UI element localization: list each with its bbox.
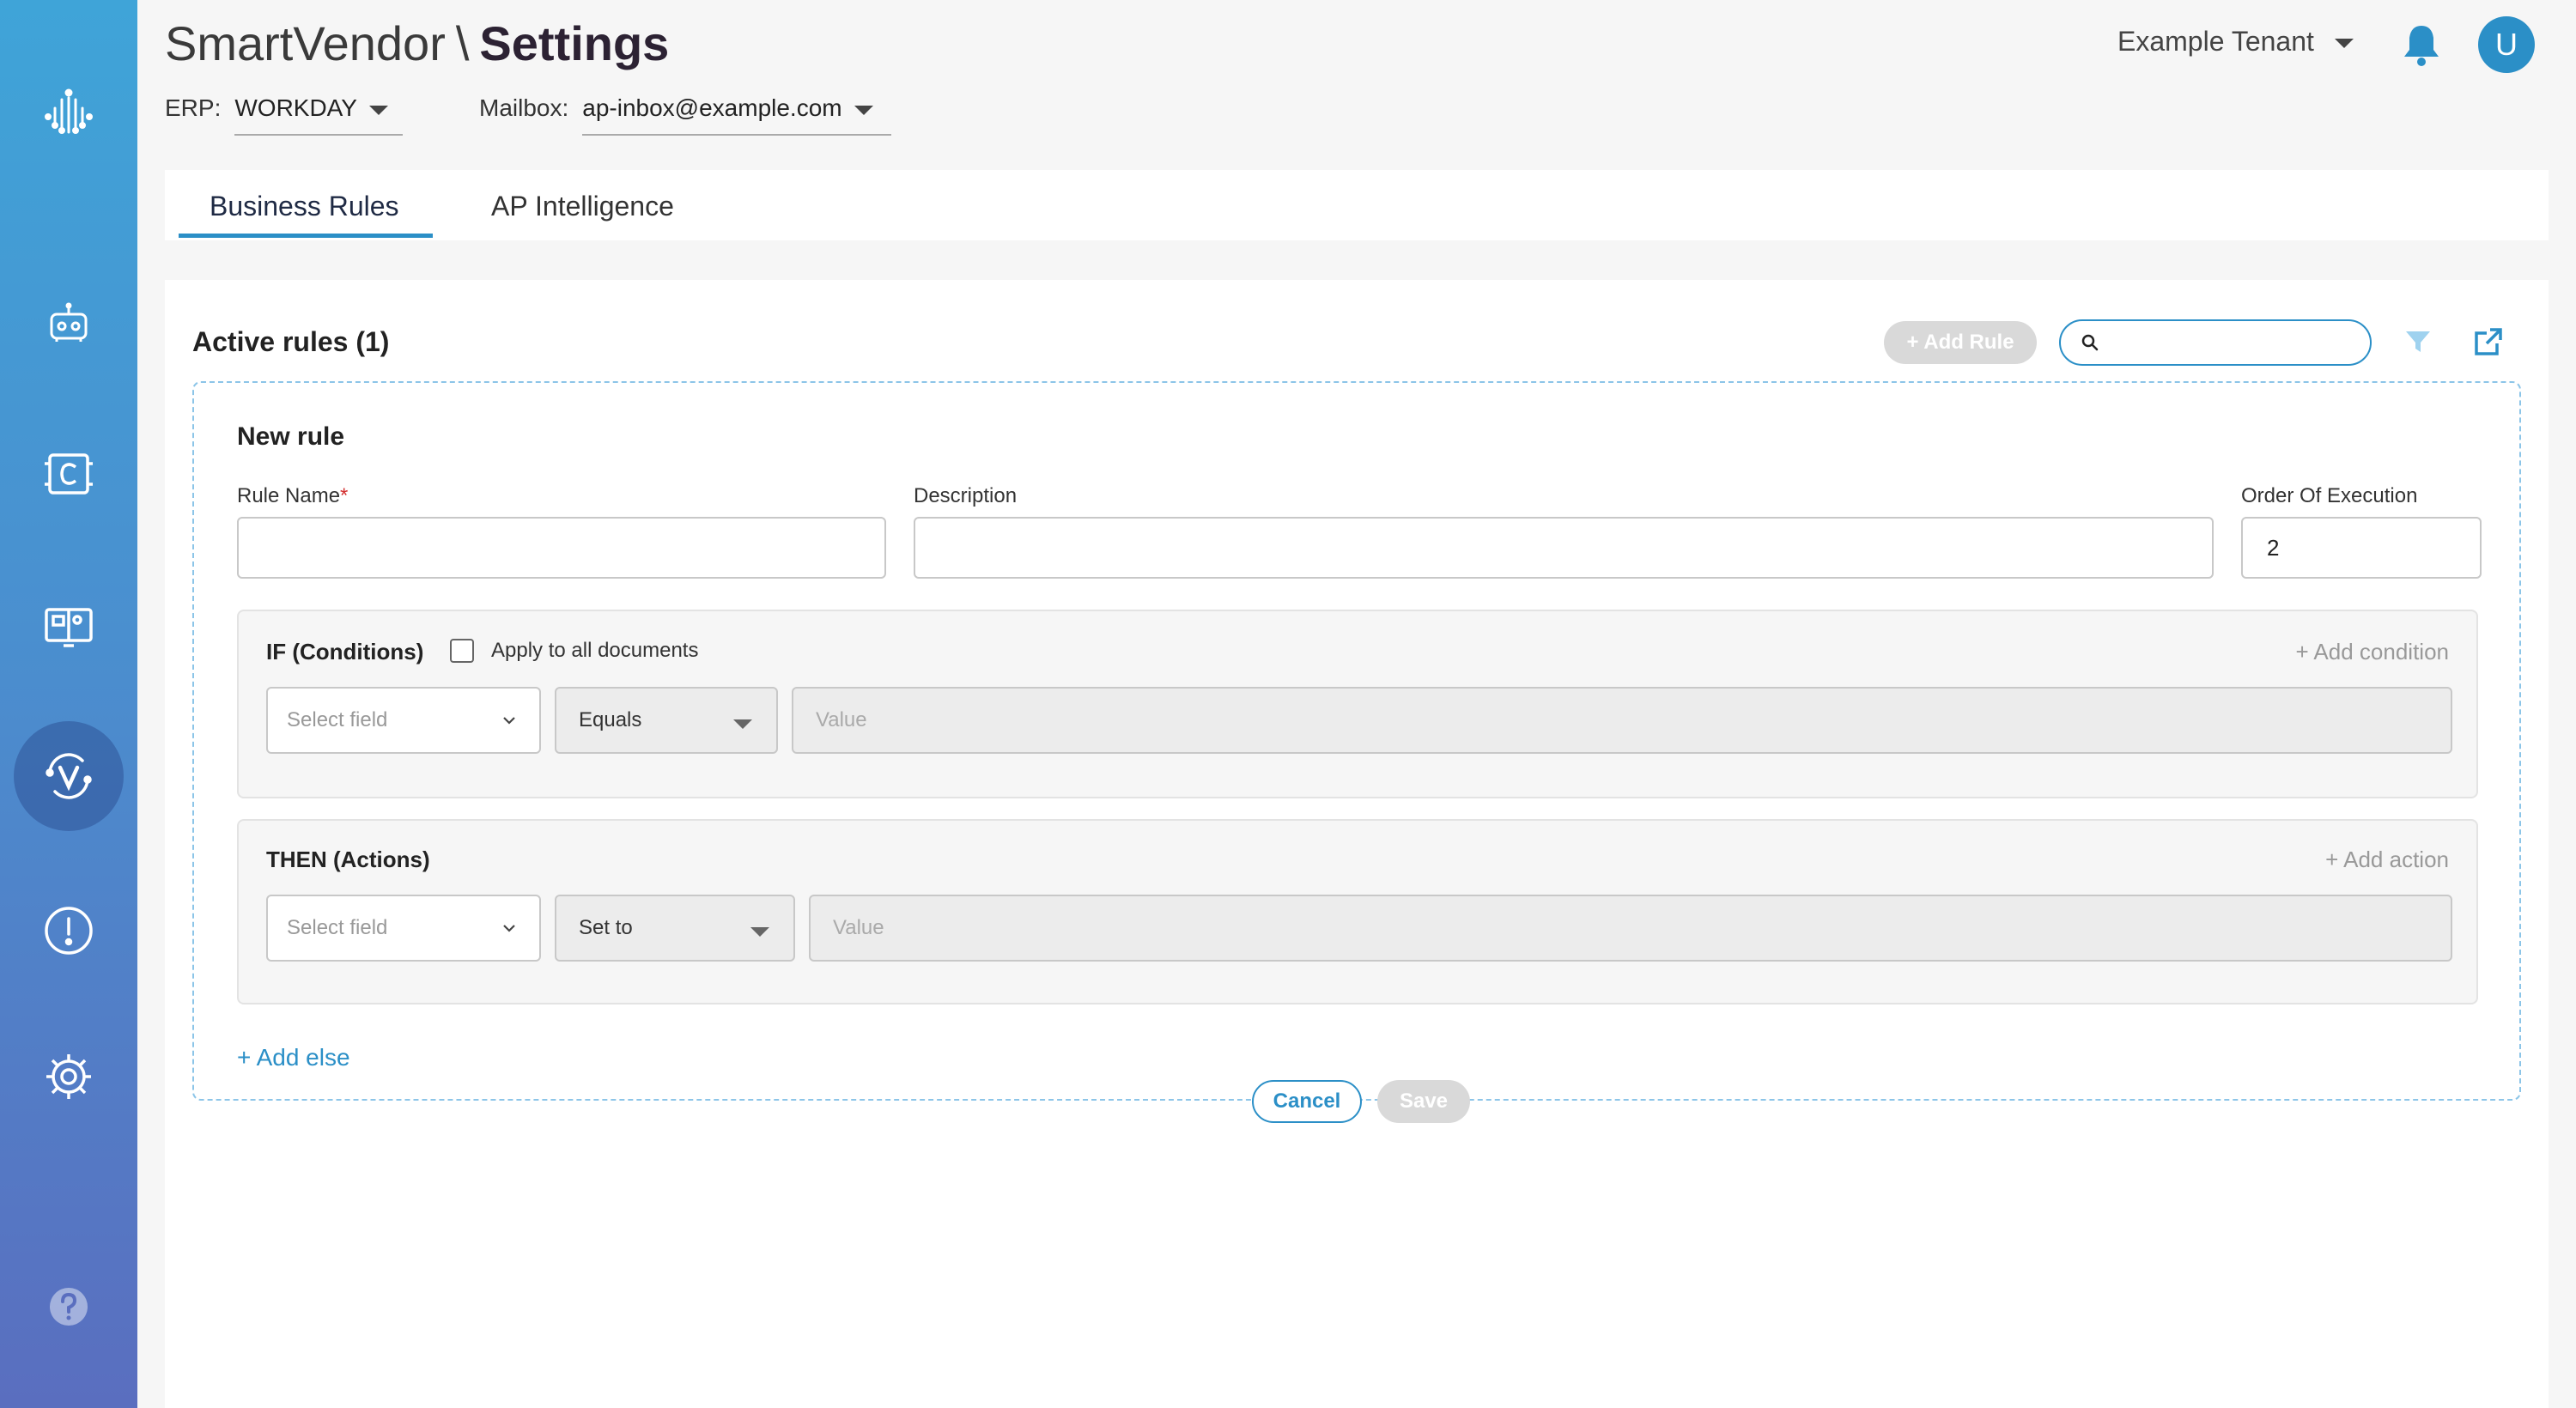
action-operator-value: Set to [579,916,633,939]
tab-ap-intelligence[interactable]: AP Intelligence [491,191,674,222]
action-value-input[interactable]: Value [809,895,2452,962]
description-label: Description [914,484,1018,507]
mailbox-label: Mailbox: [479,94,569,121]
required-mark: * [340,484,349,507]
erp-dropdown[interactable]: WORKDAY [234,94,404,136]
erp-selector: ERP: WORKDAY [165,94,404,141]
new-rule-form: New rule Rule Name* Description Order Of… [192,381,2521,1123]
sidebar [0,0,137,1408]
book-icon [45,608,93,647]
document-c-icon [45,453,93,495]
chevron-down-icon [503,717,515,725]
add-rule-button[interactable]: + Add Rule [1884,321,2037,364]
search-icon [2081,334,2099,351]
apply-all-checkbox[interactable] [450,639,474,663]
export-icon[interactable] [2471,325,2506,359]
conditions-title: IF (Conditions) [266,639,424,665]
action-field-select[interactable]: Select field [266,895,541,962]
caret-down-icon [368,105,388,115]
tab-bar: Business Rules AP Intelligence [165,170,2549,240]
page-title: SmartVendor \ Settings [165,15,669,71]
action-value-placeholder: Value [833,916,884,939]
actions-section: THEN (Actions) + Add action Select field… [237,819,2478,1004]
bell-icon[interactable] [2401,22,2442,67]
caret-down-icon [2334,39,2354,48]
save-button[interactable]: Save [1377,1080,1470,1123]
actions-title: THEN (Actions) [266,847,430,872]
caret-down-icon [854,105,873,115]
order-label: Order Of Execution [2241,484,2418,507]
rules-panel: Active rules (1) + Add Rule New rule Rul… [165,280,2549,1408]
action-operator-select[interactable]: Set to [555,895,795,962]
app-name: SmartVendor [165,16,446,70]
sidebar-item-book[interactable] [0,570,137,680]
filter-icon[interactable] [2401,325,2435,359]
avatar[interactable]: U [2478,16,2535,73]
apply-all-label: Apply to all documents [491,639,699,662]
sidebar-item-documents[interactable] [0,419,137,529]
tab-business-rules[interactable]: Business Rules [210,191,399,222]
condition-field-placeholder: Select field [287,708,388,731]
add-condition-link[interactable]: + Add condition [2295,639,2449,665]
chevron-down-icon [503,925,515,932]
erp-label: ERP: [165,94,222,121]
gear-icon [46,1054,91,1099]
sidebar-item-alerts[interactable] [0,876,137,986]
tenant-name: Example Tenant [2117,26,2314,57]
condition-value-placeholder: Value [816,708,867,731]
mailbox-selector: Mailbox: ap-inbox@example.com [479,94,892,141]
condition-operator-select[interactable]: Equals [555,687,778,754]
tenant-dropdown[interactable]: Example Tenant [2117,26,2354,58]
sidebar-logo[interactable] [0,57,137,167]
description-input[interactable] [914,517,2214,579]
cancel-button[interactable]: Cancel [1252,1080,1362,1123]
caret-down-icon [733,719,752,729]
active-rules-title: Active rules (1) [192,326,390,357]
mailbox-value: ap-inbox@example.com [582,94,842,121]
vendor-v-icon [46,753,92,799]
search-box [2059,319,2372,366]
condition-operator-value: Equals [579,708,642,731]
apply-all-option: Apply to all documents [450,639,698,663]
active-tab-underline [179,234,433,238]
rule-name-label: Rule Name* [237,484,349,507]
add-else-link[interactable]: + Add else [237,1044,350,1071]
condition-field-select[interactable]: Select field [266,687,541,754]
help-icon [50,1288,88,1326]
mailbox-dropdown[interactable]: ap-inbox@example.com [582,94,892,136]
rule-name-input[interactable] [237,517,886,579]
order-input[interactable] [2241,517,2482,579]
page-name: Settings [479,16,670,70]
sidebar-item-robot[interactable] [0,268,137,378]
add-action-link[interactable]: + Add action [2325,847,2449,873]
conditions-section: IF (Conditions) Apply to all documents +… [237,610,2478,798]
sidebar-item-vendor[interactable] [0,721,137,831]
search-input[interactable] [2109,331,2358,355]
erp-value: WORKDAY [234,94,357,121]
robot-icon [50,302,88,342]
logo-icon [45,88,93,134]
action-field-placeholder: Select field [287,916,388,939]
new-rule-title: New rule [237,422,345,451]
caret-down-icon [750,927,769,937]
condition-value-input[interactable]: Value [792,687,2452,754]
alert-icon [45,907,93,955]
sidebar-item-settings[interactable] [0,1022,137,1132]
sidebar-item-help[interactable] [0,1252,137,1362]
title-separator: \ [455,16,470,70]
